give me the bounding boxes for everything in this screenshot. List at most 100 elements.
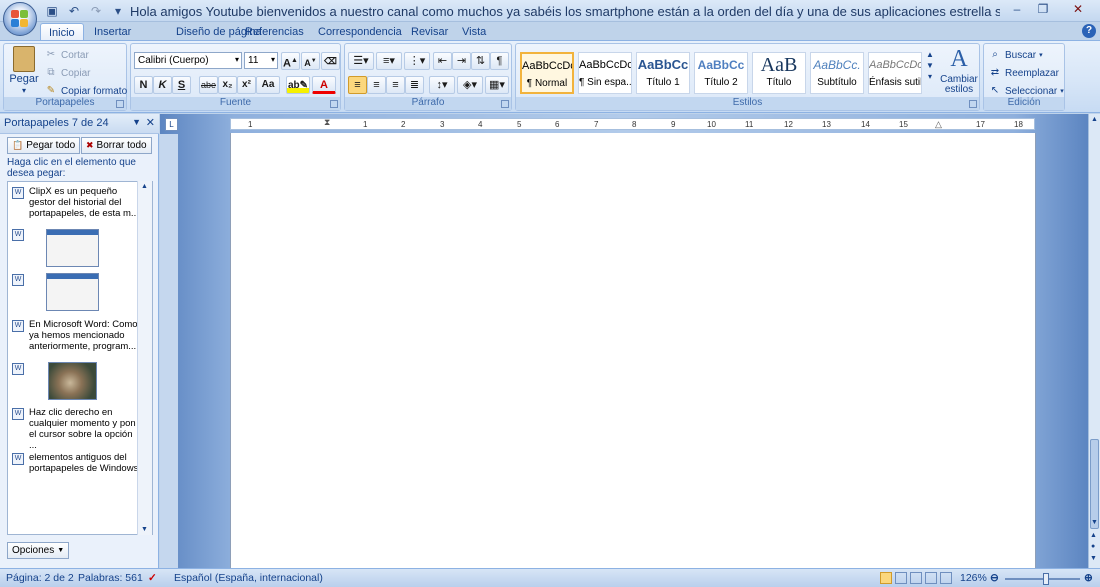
help-icon[interactable]: ? [1082, 24, 1096, 38]
horizontal-ruler[interactable]: 1 ⧗ 1 2 3 4 5 6 7 8 9 10 11 12 13 14 15 … [230, 117, 1035, 130]
zoom-out-icon[interactable]: ⊖ [990, 572, 999, 584]
clipboard-item[interactable]: W [8, 228, 139, 268]
decrease-indent-button[interactable]: ⇤ [433, 52, 452, 70]
font-name-select[interactable]: Calibri (Cuerpo) ▾ [134, 52, 242, 69]
strikethrough-button[interactable]: abe [199, 76, 218, 94]
copy-button[interactable]: ⧉ Copiar [44, 66, 90, 80]
font-size-select[interactable]: 11 ▾ [244, 52, 278, 69]
clipboard-item[interactable]: W [8, 362, 139, 402]
save-icon[interactable]: ▣ [42, 2, 62, 20]
superscript-button[interactable]: x² [237, 76, 256, 94]
multilevel-list-button[interactable]: ⋮▾ [404, 52, 430, 70]
italic-button[interactable]: K [153, 76, 172, 94]
shading-button[interactable]: ◈▾ [457, 76, 483, 94]
document-page[interactable] [230, 133, 1036, 568]
clipboard-list-scrollbar[interactable]: ▲ ▼ [137, 181, 152, 535]
justify-button[interactable]: ≣ [405, 76, 424, 94]
minimize-button[interactable]: – [1004, 0, 1030, 18]
full-screen-icon[interactable] [895, 572, 907, 584]
zoom-in-icon[interactable]: ⊕ [1084, 572, 1093, 584]
replace-button[interactable]: ⇄ Reemplazar [988, 66, 1059, 80]
spelling-check-icon[interactable]: ✓ [148, 572, 157, 584]
scroll-up-icon[interactable]: ▲ [1091, 116, 1098, 123]
undo-icon[interactable]: ↶ [64, 2, 84, 20]
show-marks-button[interactable]: ¶ [490, 52, 509, 70]
borders-button[interactable]: ▦▾ [485, 76, 509, 94]
increase-indent-button[interactable]: ⇥ [452, 52, 471, 70]
web-layout-icon[interactable] [910, 572, 922, 584]
clipboard-item[interactable]: Welementos antiguos del portapapeles de … [8, 452, 139, 478]
next-page-icon[interactable]: ▼ [1090, 555, 1097, 562]
page-count[interactable]: Página: 2 de 2 [6, 572, 74, 584]
draft-icon[interactable] [940, 572, 952, 584]
cut-button[interactable]: ✂ Cortar [44, 48, 89, 62]
underline-button[interactable]: S [172, 76, 191, 94]
align-center-button[interactable]: ≡ [367, 76, 386, 94]
highlight-button[interactable]: ab✎ [286, 76, 310, 94]
customize-qat-icon[interactable]: ▾ [108, 2, 128, 20]
font-launcher-icon[interactable] [330, 100, 338, 108]
font-color-button[interactable]: A [312, 76, 336, 94]
style-enfasis-sutil[interactable]: AaBbCcDc Énfasis sutil [868, 52, 922, 94]
style-sin-espaciado[interactable]: AaBbCcDc ¶ Sin espa... [578, 52, 632, 94]
scroll-thumb[interactable] [1090, 439, 1099, 529]
styles-launcher-icon[interactable] [969, 100, 977, 108]
tab-correspondencia[interactable]: Correspondencia [310, 23, 410, 41]
language-indicator[interactable]: Español (España, internacional) [174, 572, 323, 584]
shrink-font-button[interactable]: A▼ [301, 52, 320, 70]
tab-referencias[interactable]: Referencias [237, 23, 312, 41]
pane-menu-icon[interactable]: ▼ [132, 117, 141, 127]
tab-inicio[interactable]: Inicio [40, 23, 84, 41]
browse-object-icon[interactable]: ● [1091, 543, 1095, 550]
scroll-down-icon[interactable]: ▼ [1091, 519, 1098, 526]
style-titulo[interactable]: AaB Título [752, 52, 806, 94]
line-spacing-button[interactable]: ↕▾ [429, 76, 455, 94]
prev-page-icon[interactable]: ▲ [1090, 532, 1097, 539]
style-subtitulo[interactable]: AaBbCc. Subtítulo [810, 52, 864, 94]
scroll-up-icon[interactable]: ▲ [141, 183, 148, 190]
paste-button[interactable]: Pegar ▾ [8, 46, 40, 95]
bullets-button[interactable]: ☰▾ [348, 52, 374, 70]
style-normal[interactable]: AaBbCcDc ¶ Normal [520, 52, 574, 94]
pane-close-icon[interactable]: ✕ [146, 116, 155, 129]
select-button[interactable]: ↖ Seleccionar ▾ [988, 84, 1064, 98]
style-titulo-2[interactable]: AaBbCc Título 2 [694, 52, 748, 94]
vertical-scrollbar[interactable]: ▲ ▼ ▲ ● ▼ [1088, 114, 1100, 568]
clipboard-item[interactable]: W ClipX es un pequeño gestor del historia… [8, 186, 139, 224]
print-layout-icon[interactable] [880, 572, 892, 584]
clipboard-item[interactable]: W Haz clic derecho en cualquier momento y… [8, 407, 139, 451]
indent-marker-icon[interactable]: ⧗ [324, 117, 330, 128]
change-case-button[interactable]: Aa [256, 76, 280, 94]
numbering-button[interactable]: ≡▾ [376, 52, 402, 70]
right-indent-marker-icon[interactable]: △ [935, 119, 942, 130]
close-button[interactable]: ✕ [1056, 0, 1100, 18]
paragraph-launcher-icon[interactable] [501, 100, 509, 108]
tab-selector[interactable]: L [165, 118, 178, 131]
clear-all-button[interactable]: ✖ Borrar todo [81, 137, 152, 154]
find-button[interactable]: ⌕ Buscar ▾ [988, 48, 1042, 62]
tab-insertar[interactable]: Insertar [86, 23, 139, 41]
change-styles-button[interactable]: A Cambiar estilos [940, 46, 978, 95]
clear-format-button[interactable]: ⌫ [321, 52, 340, 70]
subscript-button[interactable]: x₂ [218, 76, 237, 94]
options-button[interactable]: Opciones ▼ [7, 542, 70, 559]
outline-icon[interactable] [925, 572, 937, 584]
word-count[interactable]: Palabras: 561 [78, 572, 143, 584]
grow-font-button[interactable]: A▲ [281, 52, 300, 70]
styles-scroll[interactable]: ▲ ▼ ▾ [926, 50, 934, 81]
restore-button[interactable]: ❐ [1030, 0, 1056, 18]
tab-revisar[interactable]: Revisar [403, 23, 456, 41]
zoom-slider-thumb[interactable] [1043, 573, 1049, 585]
office-button[interactable] [3, 2, 37, 36]
clipboard-item[interactable]: W En Microsoft Word: Como ya hemos mencio… [8, 319, 139, 357]
clipboard-item[interactable]: W [8, 273, 139, 313]
sort-button[interactable]: ⇅ [471, 52, 490, 70]
bold-button[interactable]: N [134, 76, 153, 94]
align-right-button[interactable]: ≡ [386, 76, 405, 94]
paste-all-button[interactable]: 📋 Pegar todo [7, 137, 81, 154]
style-titulo-1[interactable]: AaBbCc Título 1 [636, 52, 690, 94]
tab-vista[interactable]: Vista [454, 23, 494, 41]
clipboard-launcher-icon[interactable] [116, 100, 124, 108]
zoom-level[interactable]: 126% [960, 572, 987, 584]
format-painter-button[interactable]: ✎ Copiar formato [44, 84, 127, 98]
